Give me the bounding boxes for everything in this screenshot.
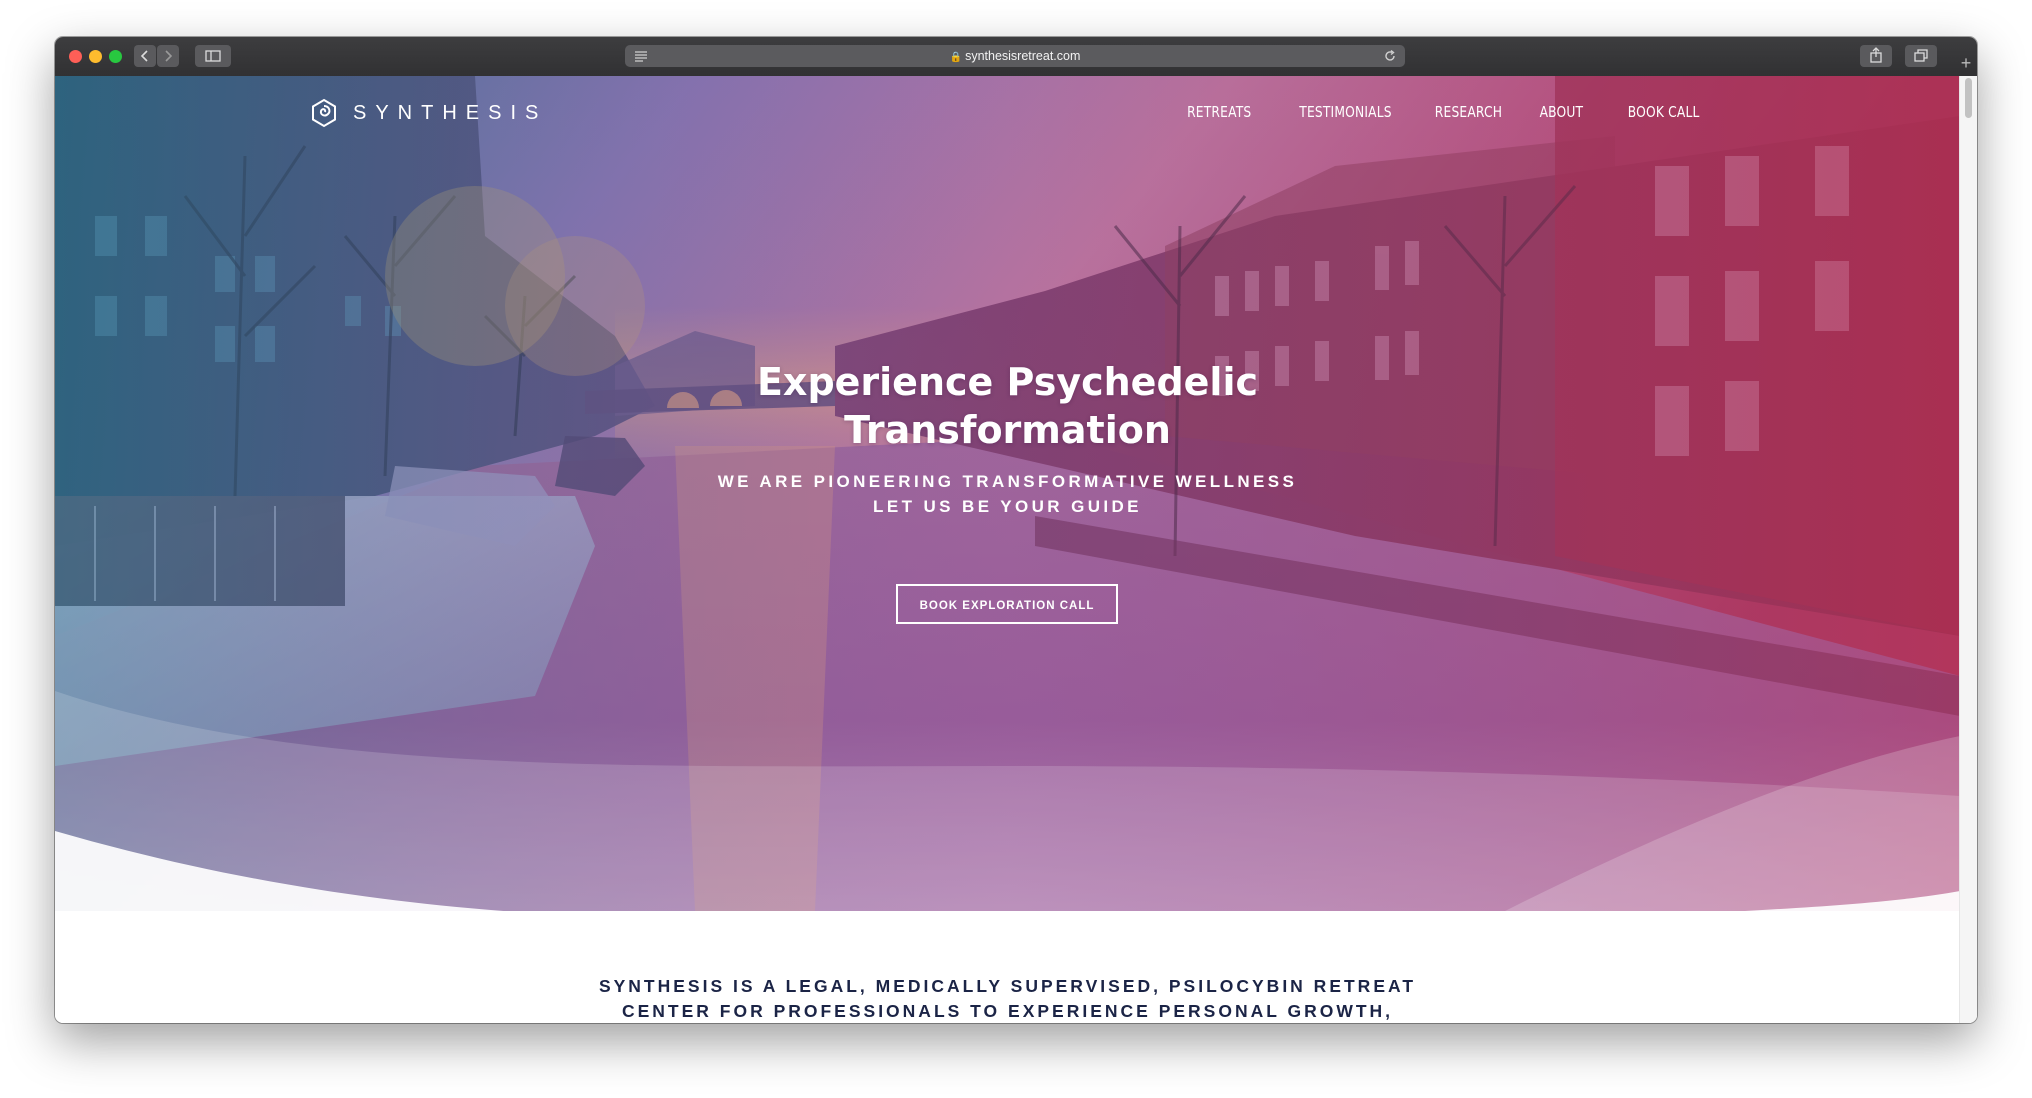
logo-text: SYNTHESIS [353, 101, 548, 124]
close-window-button[interactable] [69, 50, 82, 63]
nav-item-about[interactable]: ABOUT [1540, 103, 1584, 121]
minimize-window-button[interactable] [89, 50, 102, 63]
reload-icon[interactable] [1382, 48, 1398, 64]
tabs-overview-button[interactable] [1905, 45, 1937, 67]
nav-item-book-call[interactable]: BOOK CALL [1627, 103, 1699, 121]
browser-window: 🔒 synthesisretreat.com + SYNTHESIS RETRE… [55, 37, 1977, 1023]
site-logo[interactable]: SYNTHESIS [309, 95, 547, 131]
page-viewport: SYNTHESIS RETREATS TESTIMONIALS RESEARCH… [55, 76, 1977, 1023]
page-scrollbar[interactable] [1959, 76, 1977, 1023]
hero-title-line-2: Transformation [844, 408, 1171, 452]
book-exploration-call-button[interactable]: BOOK EXPLORATION CALL [896, 584, 1118, 624]
chevron-left-icon [140, 50, 148, 62]
browser-toolbar: 🔒 synthesisretreat.com + [55, 37, 1977, 77]
zoom-window-button[interactable] [109, 50, 122, 63]
url-text: synthesisretreat.com [965, 49, 1081, 63]
intro-line-2: CENTER FOR PROFESSIONALS TO EXPERIENCE P… [621, 1001, 1394, 1021]
main-nav: RETREATS TESTIMONIALS RESEARCH ABOUT BOO… [1145, 103, 1699, 121]
nav-item-research[interactable]: RESEARCH [1435, 103, 1502, 121]
hero-subtitle-line-2: LET US BE YOUR GUIDE [873, 497, 1142, 516]
hero-title-line-1: Experience Psychedelic [756, 360, 1259, 404]
synthesis-logo-icon [312, 98, 336, 128]
nav-item-testimonials[interactable]: TESTIMONIALS [1300, 103, 1392, 121]
hero-subtitle-line-1: WE ARE PIONEERING TRANSFORMATIVE WELLNES… [717, 472, 1298, 491]
share-icon [1870, 47, 1882, 63]
scrollbar-thumb[interactable] [1965, 78, 1972, 118]
intro-line-1: SYNTHESIS IS A LEGAL, MEDICALLY SUPERVIS… [598, 976, 1417, 996]
hero-title: Experience Psychedelic Transformation [55, 358, 1960, 454]
url-text-container: 🔒 synthesisretreat.com [625, 45, 1405, 69]
share-button[interactable] [1860, 45, 1892, 67]
forward-button[interactable] [157, 45, 179, 67]
intro-statement: SYNTHESIS IS A LEGAL, MEDICALLY SUPERVIS… [55, 974, 1960, 1023]
hero-section: SYNTHESIS RETREATS TESTIMONIALS RESEARCH… [55, 76, 1960, 911]
chevron-right-icon [165, 50, 173, 62]
sidebar-icon [205, 50, 221, 62]
address-bar[interactable]: 🔒 synthesisretreat.com [625, 45, 1405, 67]
back-button[interactable] [134, 45, 156, 67]
lock-icon: 🔒 [949, 52, 963, 63]
hero-subtitle: WE ARE PIONEERING TRANSFORMATIVE WELLNES… [55, 469, 1960, 519]
sidebar-toggle-button[interactable] [195, 45, 231, 67]
tabs-icon [1914, 49, 1928, 62]
new-tab-button[interactable]: + [1955, 49, 1977, 77]
nav-item-retreats[interactable]: RETREATS [1187, 103, 1251, 121]
